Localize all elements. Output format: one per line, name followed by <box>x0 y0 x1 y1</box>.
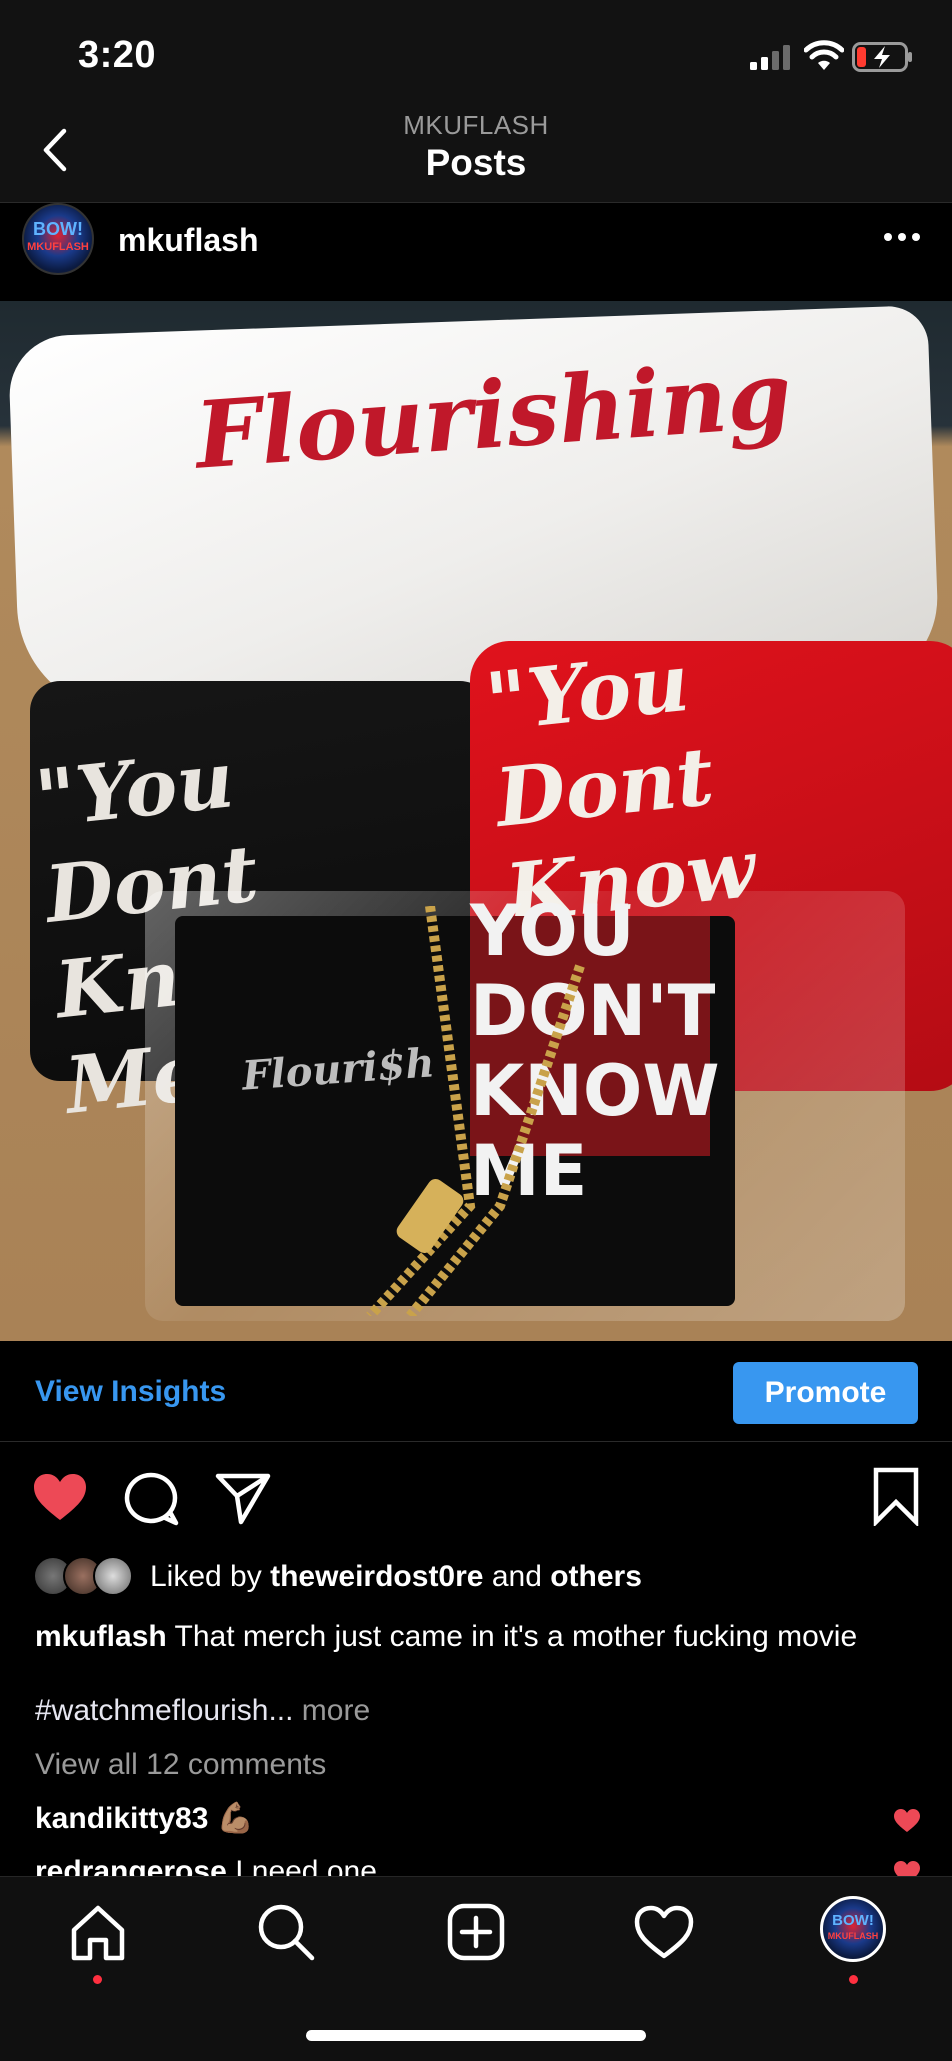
promote-button[interactable]: Promote <box>733 1362 918 1424</box>
liker-avatar <box>93 1556 133 1596</box>
comment-like-heart-icon[interactable] <box>893 1808 921 1834</box>
wifi-icon <box>804 40 844 70</box>
comment-icon[interactable] <box>122 1468 182 1528</box>
comment-username[interactable]: kandikitty83 <box>35 1802 208 1835</box>
likes-connector: and <box>483 1560 551 1593</box>
heart-outline-icon[interactable] <box>632 1900 696 1964</box>
search-icon[interactable] <box>254 1900 318 1964</box>
page-title: Posts <box>425 142 527 183</box>
plus-square-icon[interactable] <box>444 1900 508 1964</box>
home-notification-dot <box>93 1975 102 1984</box>
caption-text: That merch just came in it's a mother fu… <box>166 1620 858 1653</box>
post-caption: mkuflash That merch just came in it's a … <box>35 1618 915 1656</box>
send-icon[interactable] <box>213 1468 273 1528</box>
zipper-graphic <box>366 906 585 1316</box>
caption-username[interactable]: mkuflash <box>35 1620 167 1653</box>
comment-row: kandikitty83 💪🏽 <box>35 1801 254 1836</box>
bookmark-icon[interactable] <box>866 1466 926 1526</box>
post-photo[interactable]: Flourishing "You Dont Know Me" "You Dont… <box>0 301 952 1341</box>
view-insights-link[interactable]: View Insights <box>35 1375 226 1409</box>
post-author-avatar[interactable]: BOW! MKUFLASH <box>22 203 94 275</box>
home-indicator <box>306 2030 646 2041</box>
hashtag-link[interactable]: #watchmeflourish... <box>35 1694 293 1727</box>
more-link[interactable]: more <box>293 1694 370 1727</box>
post-username[interactable]: mkuflash <box>118 222 258 259</box>
view-all-comments-link[interactable]: View all 12 comments <box>35 1748 326 1782</box>
more-options-icon[interactable] <box>880 222 924 252</box>
account-name: MKUFLASH <box>403 110 549 140</box>
home-icon[interactable] <box>66 1900 130 1964</box>
comment-text: 💪🏽 <box>208 1802 255 1835</box>
likes-others[interactable]: others <box>550 1560 642 1593</box>
likes-prefix: Liked by <box>150 1560 271 1593</box>
likes-summary[interactable]: Liked by theweirdost0re and others <box>150 1560 642 1594</box>
battery-charging-icon <box>852 42 912 72</box>
liker-avatars[interactable] <box>33 1556 137 1598</box>
profile-tab-avatar[interactable]: BOW! MKUFLASH <box>820 1896 886 1962</box>
caption-hashtag-line: #watchmeflourish... more <box>35 1694 370 1728</box>
cellular-signal-icon <box>750 45 790 70</box>
heart-filled-icon[interactable] <box>30 1468 90 1528</box>
status-time: 3:20 <box>78 34 157 76</box>
profile-notification-dot <box>849 1975 858 1984</box>
liker-username[interactable]: theweirdost0re <box>270 1560 483 1593</box>
